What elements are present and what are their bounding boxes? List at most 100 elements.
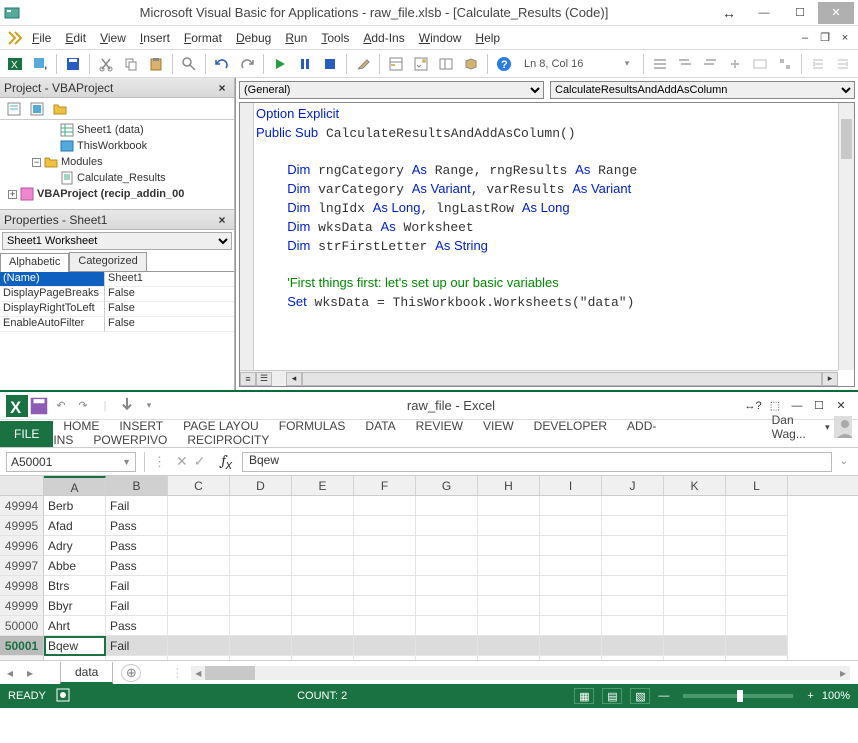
help-button[interactable]: ? <box>493 53 515 75</box>
cell[interactable] <box>664 496 726 516</box>
menu-help[interactable]: Help <box>475 31 500 45</box>
cell[interactable] <box>354 516 416 536</box>
cell[interactable]: Btrs <box>44 576 106 596</box>
cell[interactable] <box>540 516 602 536</box>
cell[interactable] <box>230 656 292 660</box>
close-button[interactable]: ✕ <box>818 2 854 24</box>
row-header[interactable]: 49997 <box>0 556 44 576</box>
cell[interactable] <box>230 596 292 616</box>
row-header[interactable]: 50002 <box>0 656 44 660</box>
cell[interactable] <box>602 516 664 536</box>
copy-button[interactable] <box>120 53 142 75</box>
cell[interactable] <box>478 636 540 656</box>
mdi-minimize-button[interactable]: – <box>798 31 812 45</box>
cell[interactable] <box>292 556 354 576</box>
cancel-formula-icon[interactable]: ✕ <box>176 453 188 470</box>
macro-record-icon[interactable] <box>56 688 70 705</box>
row-header[interactable]: 49995 <box>0 516 44 536</box>
cell[interactable] <box>664 596 726 616</box>
cell[interactable] <box>478 516 540 536</box>
cell[interactable] <box>354 656 416 660</box>
properties-window-button[interactable] <box>410 53 432 75</box>
cell[interactable]: Fail <box>106 496 168 516</box>
cell[interactable] <box>664 536 726 556</box>
menu-add-ins[interactable]: Add-Ins <box>363 31 404 45</box>
cell[interactable] <box>602 636 664 656</box>
select-all-corner[interactable] <box>0 476 44 495</box>
cell[interactable] <box>726 576 788 596</box>
menu-view[interactable]: View <box>100 31 126 45</box>
cell[interactable] <box>664 616 726 636</box>
cell[interactable] <box>726 516 788 536</box>
sheet-tab-data[interactable]: data <box>60 662 113 684</box>
reset-button[interactable] <box>319 53 341 75</box>
new-sheet-button[interactable]: ⊕ <box>121 664 141 682</box>
cell[interactable]: Pass <box>106 536 168 556</box>
row-header[interactable]: 50000 <box>0 616 44 636</box>
procedure-view-icon[interactable]: ≡ <box>240 372 256 386</box>
cell[interactable] <box>416 656 478 660</box>
menu-tools[interactable]: Tools <box>321 31 349 45</box>
user-account[interactable]: Dan Wag... ▾ <box>762 407 858 447</box>
cell[interactable] <box>292 636 354 656</box>
formula-input[interactable]: Bqew <box>242 452 832 472</box>
cell[interactable] <box>354 536 416 556</box>
cell[interactable] <box>168 596 230 616</box>
tab-powerpivo[interactable]: POWERPIVO <box>83 427 177 453</box>
expand-formula-icon[interactable]: ⌄ <box>836 456 852 467</box>
column-header[interactable]: J <box>602 476 664 495</box>
property-row[interactable]: DisplayRightToLeftFalse <box>0 302 234 317</box>
cell[interactable] <box>292 536 354 556</box>
code-vertical-scrollbar[interactable] <box>838 103 854 370</box>
maximize-button[interactable]: ☐ <box>782 2 818 24</box>
cell[interactable] <box>416 596 478 616</box>
tab-data[interactable]: DATA <box>355 413 405 439</box>
cell[interactable] <box>168 576 230 596</box>
cell[interactable] <box>416 636 478 656</box>
cell[interactable] <box>602 556 664 576</box>
tab-alphabetic[interactable]: Alphabetic <box>0 253 69 272</box>
tree-node[interactable]: Sheet1 (data) <box>2 122 232 138</box>
column-header[interactable]: L <box>726 476 788 495</box>
cell[interactable] <box>416 556 478 576</box>
cell[interactable]: Afad <box>44 516 106 536</box>
table-row[interactable]: 49997AbbePass <box>0 556 858 576</box>
cell[interactable] <box>602 596 664 616</box>
properties-grid[interactable]: (Name)Sheet1DisplayPageBreaksFalseDispla… <box>0 272 234 390</box>
cell[interactable]: Abbe <box>44 556 106 576</box>
project-pane-close-icon[interactable]: × <box>214 80 230 96</box>
view-object-icon[interactable] <box>27 99 47 119</box>
zoom-slider[interactable] <box>683 694 793 698</box>
edit-tb-4[interactable] <box>724 53 746 75</box>
view-code-icon[interactable] <box>4 99 24 119</box>
cell[interactable] <box>230 616 292 636</box>
cell[interactable] <box>540 576 602 596</box>
save-icon[interactable] <box>28 395 50 417</box>
menu-debug[interactable]: Debug <box>236 31 271 45</box>
cell[interactable]: Ahrt <box>44 616 106 636</box>
column-header[interactable]: F <box>354 476 416 495</box>
cell[interactable]: Fail <box>106 636 168 656</box>
full-module-view-icon[interactable]: ☰ <box>256 372 272 386</box>
table-row[interactable]: 49999BbyrFail <box>0 596 858 616</box>
cell[interactable] <box>354 616 416 636</box>
spreadsheet-grid[interactable]: ABCDEFGHIJKL 49994BerbFail49995AfadPass4… <box>0 476 858 660</box>
cell[interactable] <box>416 616 478 636</box>
tab-developer[interactable]: DEVELOPER <box>524 413 617 439</box>
row-header[interactable]: 49999 <box>0 596 44 616</box>
code-scroll-right-icon[interactable]: ▸ <box>822 372 838 386</box>
cell[interactable] <box>664 556 726 576</box>
cell[interactable] <box>230 576 292 596</box>
code-text[interactable]: Option Explicit Public Sub CalculateResu… <box>256 105 838 312</box>
table-row[interactable]: 50000AhrtPass <box>0 616 858 636</box>
toggle-folders-icon[interactable] <box>50 99 70 119</box>
cell[interactable] <box>354 496 416 516</box>
row-header[interactable]: 50001 <box>0 636 44 656</box>
cell[interactable] <box>478 556 540 576</box>
cell[interactable] <box>726 536 788 556</box>
cell[interactable] <box>540 636 602 656</box>
cell[interactable] <box>354 596 416 616</box>
break-button[interactable] <box>294 53 316 75</box>
enter-formula-icon[interactable]: ✓ <box>194 453 206 470</box>
cell[interactable] <box>664 656 726 660</box>
